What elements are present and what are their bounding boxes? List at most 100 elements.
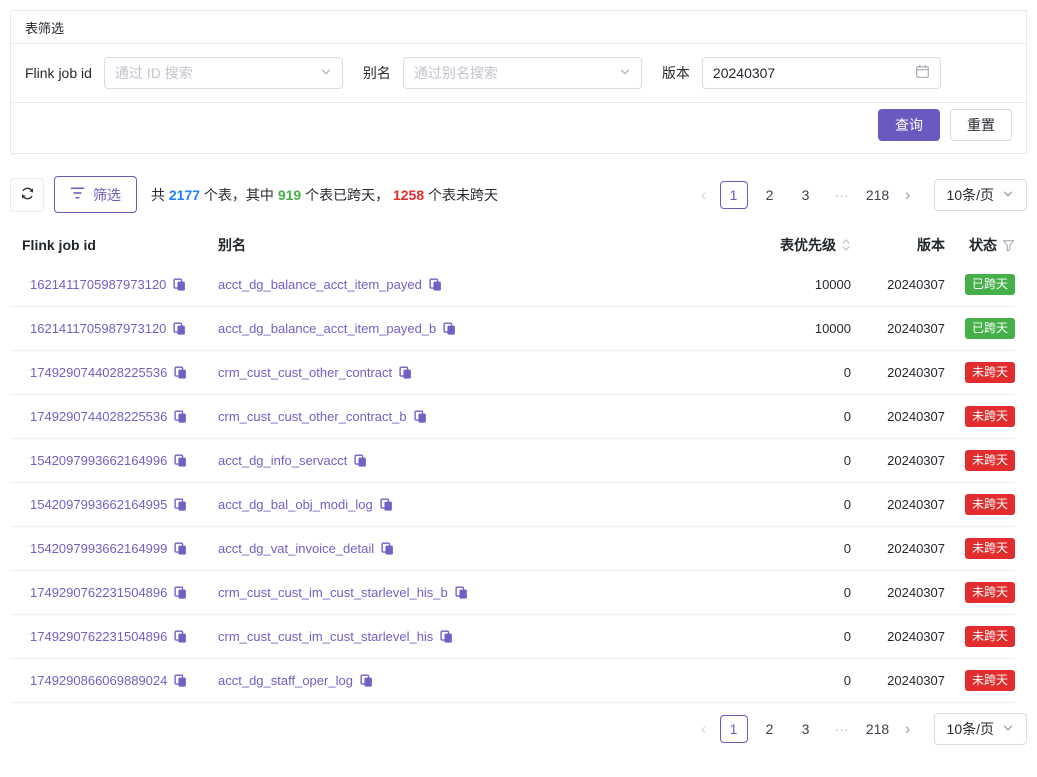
status-badge: 未跨天 bbox=[965, 670, 1015, 691]
reset-button[interactable]: 重置 bbox=[950, 109, 1012, 141]
chevron-down-icon bbox=[1002, 187, 1014, 203]
status-badge: 未跨天 bbox=[965, 362, 1015, 383]
alias-link[interactable]: acct_dg_balance_acct_item_payed bbox=[218, 277, 422, 292]
filter-card: 表筛选 Flink job id 通过 ID 搜索 别名 通过别名搜索 版本 bbox=[10, 10, 1027, 154]
page-button-2[interactable]: 2 bbox=[756, 715, 784, 743]
priority-cell: 0 bbox=[701, 497, 851, 512]
pagination-top-mount: ‹ 123···218 › 10条/页 bbox=[692, 179, 1027, 211]
copy-icon[interactable] bbox=[354, 454, 367, 468]
version-date-input[interactable]: 20240307 bbox=[702, 57, 941, 89]
job-id-link[interactable]: 1749290866069889024 bbox=[30, 673, 167, 688]
copy-icon[interactable] bbox=[399, 366, 412, 380]
page-button-3[interactable]: 3 bbox=[792, 715, 820, 743]
prev-page-button[interactable]: ‹ bbox=[692, 181, 716, 209]
job-id-link[interactable]: 1749290762231504896 bbox=[30, 629, 167, 644]
copy-icon[interactable] bbox=[174, 630, 187, 644]
copy-icon[interactable] bbox=[455, 586, 468, 600]
summary-count-green: 919 bbox=[278, 187, 301, 203]
alias-link[interactable]: crm_cust_cust_other_contract bbox=[218, 365, 392, 380]
status-badge: 未跨天 bbox=[965, 582, 1015, 603]
version-label: 版本 bbox=[662, 63, 690, 83]
job-id-link[interactable]: 1542097993662164996 bbox=[30, 453, 167, 468]
copy-icon[interactable] bbox=[174, 674, 187, 688]
alias-link[interactable]: crm_cust_cust_im_cust_starlevel_his_b bbox=[218, 585, 448, 600]
page-size-select[interactable]: 10条/页 bbox=[934, 713, 1027, 745]
calendar-icon bbox=[915, 64, 930, 82]
job-id-link[interactable]: 1621411705987973120 bbox=[30, 277, 166, 292]
copy-icon[interactable] bbox=[173, 278, 186, 292]
job-id-link[interactable]: 1542097993662164995 bbox=[30, 497, 167, 512]
prev-page-button[interactable]: ‹ bbox=[692, 715, 716, 743]
version-cell: 20240307 bbox=[851, 673, 945, 688]
job-id-link[interactable]: 1749290744028225536 bbox=[30, 409, 167, 424]
page-button-1[interactable]: 1 bbox=[720, 715, 748, 743]
header-priority[interactable]: 表优先级 bbox=[701, 235, 851, 255]
summary-text: 共 bbox=[151, 187, 169, 203]
refresh-icon bbox=[20, 186, 35, 204]
priority-cell: 0 bbox=[701, 673, 851, 688]
sorter-icon[interactable] bbox=[841, 238, 851, 252]
copy-icon[interactable] bbox=[174, 410, 187, 424]
filter-button[interactable]: 筛选 bbox=[54, 176, 137, 213]
alias-select[interactable]: 通过别名搜索 bbox=[403, 57, 642, 89]
header-version: 版本 bbox=[851, 235, 945, 255]
table-row: 1749290866069889024 acct_dg_staff_oper_l… bbox=[10, 659, 1015, 703]
copy-icon[interactable] bbox=[414, 410, 427, 424]
page-button-218[interactable]: 218 bbox=[864, 181, 892, 209]
job-id-link[interactable]: 1749290762231504896 bbox=[30, 585, 167, 600]
alias-link[interactable]: acct_dg_balance_acct_item_payed_b bbox=[218, 321, 436, 336]
priority-cell: 0 bbox=[701, 453, 851, 468]
flink-job-id-placeholder: 通过 ID 搜索 bbox=[115, 63, 193, 83]
version-cell: 20240307 bbox=[851, 321, 945, 336]
version-cell: 20240307 bbox=[851, 365, 945, 380]
header-status[interactable]: 状态 bbox=[945, 235, 1015, 255]
page-button-2[interactable]: 2 bbox=[756, 181, 784, 209]
copy-icon[interactable] bbox=[380, 498, 393, 512]
priority-cell: 10000 bbox=[701, 321, 851, 336]
job-id-link[interactable]: 1749290744028225536 bbox=[30, 365, 167, 380]
next-page-button[interactable]: › bbox=[896, 181, 920, 209]
copy-icon[interactable] bbox=[174, 454, 187, 468]
query-button[interactable]: 查询 bbox=[878, 109, 940, 141]
page-button-1[interactable]: 1 bbox=[720, 181, 748, 209]
table-row: 1749290762231504896 crm_cust_cust_im_cus… bbox=[10, 615, 1015, 659]
alias-link[interactable]: crm_cust_cust_im_cust_starlevel_his bbox=[218, 629, 433, 644]
copy-icon[interactable] bbox=[174, 366, 187, 380]
summary-text: 个表，其中 bbox=[200, 187, 278, 203]
footer-pagination-bar: ‹ 123···218 › 10条/页 bbox=[10, 713, 1027, 745]
copy-icon[interactable] bbox=[360, 674, 373, 688]
copy-icon[interactable] bbox=[174, 586, 187, 600]
alias-link[interactable]: acct_dg_bal_obj_modi_log bbox=[218, 497, 373, 512]
table-row: 1749290762231504896 crm_cust_cust_im_cus… bbox=[10, 571, 1015, 615]
page-button-218[interactable]: 218 bbox=[864, 715, 892, 743]
chevron-down-icon bbox=[320, 65, 332, 81]
summary-count-blue: 2177 bbox=[169, 187, 200, 203]
job-id-link[interactable]: 1621411705987973120 bbox=[30, 321, 166, 336]
chevron-down-icon bbox=[619, 65, 631, 81]
refresh-button[interactable] bbox=[10, 178, 44, 212]
copy-icon[interactable] bbox=[440, 630, 453, 644]
flink-job-id-select[interactable]: 通过 ID 搜索 bbox=[104, 57, 343, 89]
priority-cell: 0 bbox=[701, 409, 851, 424]
next-page-button[interactable]: › bbox=[896, 715, 920, 743]
version-cell: 20240307 bbox=[851, 497, 945, 512]
copy-icon[interactable] bbox=[174, 542, 187, 556]
alias-link[interactable]: acct_dg_staff_oper_log bbox=[218, 673, 353, 688]
job-id-link[interactable]: 1542097993662164999 bbox=[30, 541, 167, 556]
alias-link[interactable]: acct_dg_vat_invoice_detail bbox=[218, 541, 374, 556]
table-row: 1542097993662164996 acct_dg_info_servacc… bbox=[10, 439, 1015, 483]
version-cell: 20240307 bbox=[851, 629, 945, 644]
alias-link[interactable]: crm_cust_cust_other_contract_b bbox=[218, 409, 407, 424]
priority-cell: 0 bbox=[701, 629, 851, 644]
alias-link[interactable]: acct_dg_info_servacct bbox=[218, 453, 347, 468]
copy-icon[interactable] bbox=[174, 498, 187, 512]
page-button-3[interactable]: 3 bbox=[792, 181, 820, 209]
copy-icon[interactable] bbox=[429, 278, 442, 292]
copy-icon[interactable] bbox=[381, 542, 394, 556]
page-size-value: 10条/页 bbox=[947, 719, 994, 739]
page-size-select[interactable]: 10条/页 bbox=[934, 179, 1027, 211]
copy-icon[interactable] bbox=[173, 322, 186, 336]
page-size-value: 10条/页 bbox=[947, 185, 994, 205]
funnel-icon[interactable] bbox=[1002, 239, 1015, 252]
copy-icon[interactable] bbox=[443, 322, 456, 336]
